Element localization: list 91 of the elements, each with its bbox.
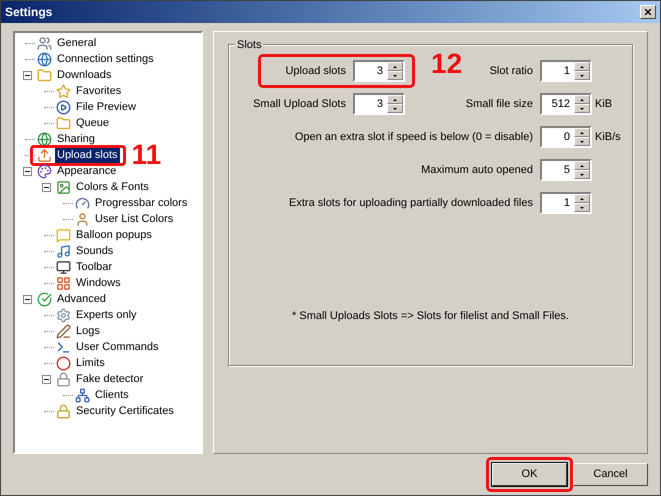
tree-item[interactable]: User Commands [74,340,161,354]
spin-up-button[interactable] [574,95,590,104]
collapse-toggle[interactable] [22,166,32,176]
field-label: Slot ratio [490,64,533,79]
tree-item[interactable]: Balloon popups [74,228,154,242]
collapse-toggle[interactable] [22,294,32,304]
spin-up-button[interactable] [387,62,403,71]
grid-icon [56,276,71,290]
tree-item[interactable]: Advanced [55,292,108,306]
tree-item[interactable]: General [55,36,98,50]
tree-item[interactable]: Downloads [55,68,114,82]
tree-item[interactable]: Upload slots [55,148,120,162]
terminal-icon [56,340,71,354]
close-button[interactable] [640,5,656,19]
tree-item[interactable]: Sharing [55,132,97,146]
footnote: * Small Uploads Slots => Slots for filelist and Small Files. [292,309,569,324]
field-label: Small Upload Slots [253,96,346,112]
field-label: Maximum auto opened [421,162,533,178]
tree-item[interactable]: Toolbar [74,260,114,274]
tree-item[interactable]: Experts only [74,308,139,322]
spin-field[interactable]: 1 [540,60,592,82]
field-label: Open an extra slot if speed is below (0 = disable) [294,130,533,145]
spin-down-button[interactable] [387,71,403,80]
spin-up-button[interactable] [574,161,590,170]
check-icon [37,292,52,306]
settings-icon [56,308,71,322]
tree-item[interactable]: Logs [74,324,102,338]
spin-up-button[interactable] [574,128,590,137]
spin-down-button[interactable] [387,104,403,113]
star-icon [56,84,71,98]
spin-down-button[interactable] [574,71,590,80]
field-label: Extra slots for uploading partially downloaded files [289,196,533,211]
tree-item[interactable]: Connection settings [55,52,156,66]
pen-icon [56,324,71,338]
music-note-icon [56,244,71,258]
folder-icon [37,68,52,82]
unit-label: KiB/s [595,130,621,143]
tree-item[interactable]: Progressbar colors [93,196,190,210]
spin-up-button[interactable] [387,95,403,104]
spin-field[interactable]: 512 [540,93,592,115]
image-icon [56,180,71,194]
callout-number: 12 [431,50,462,78]
palette-icon [37,164,52,178]
tree-item[interactable]: User List Colors [93,212,176,226]
close-icon [643,7,653,17]
globe-icon [37,132,52,146]
spin-field[interactable]: 0 [540,126,592,148]
spin-down-button[interactable] [574,137,590,146]
lock-icon [56,372,71,386]
tree-item[interactable]: Queue [74,116,112,130]
window-title: Settings [5,4,52,21]
spin-down-button[interactable] [574,104,590,113]
circle-icon [56,356,71,370]
tree-item[interactable]: Security Certificates [74,404,176,418]
spin-field[interactable]: 3 [353,60,405,82]
dialog-button[interactable]: Cancel [573,463,648,486]
lock-icon [56,404,71,418]
folder-icon [56,116,71,130]
upload-icon [37,148,52,162]
speech-bubble-icon [56,228,71,242]
tree-item[interactable]: Appearance [55,164,118,178]
spin-up-button[interactable] [574,194,590,203]
collapse-toggle[interactable] [22,70,32,80]
collapse-toggle[interactable] [42,374,50,384]
field-label: Upload slots [285,64,346,79]
people-icon [37,36,52,50]
tree-item[interactable]: Colors & Fonts [74,180,151,194]
play-icon [56,100,71,114]
spin-field[interactable]: 5 [540,159,592,181]
spin-down-button[interactable] [574,170,590,179]
tree-item[interactable]: Favorites [74,84,124,98]
user-icon [75,212,90,226]
tree-item[interactable]: Fake detector [74,372,146,386]
collapse-toggle[interactable] [42,182,50,192]
tree-item[interactable]: Clients [93,388,131,402]
tree-item[interactable]: Sounds [74,244,116,258]
callout-number: 11 [132,141,162,169]
globe-icon [37,52,52,66]
tree-item[interactable]: Limits [74,356,107,370]
tree-item[interactable]: File Preview [74,100,138,114]
field-label: Small file size [466,96,533,112]
monitor-icon [56,260,71,274]
gauge-icon [75,196,90,210]
spin-up-button[interactable] [574,62,590,71]
tree-item[interactable]: Windows [74,276,123,290]
spin-field[interactable]: 1 [540,192,592,214]
spin-field[interactable]: 3 [353,93,405,115]
spin-down-button[interactable] [574,203,590,212]
network-icon [75,388,90,402]
dialog-button[interactable]: OK [492,463,567,486]
unit-label: KiB [595,98,612,110]
